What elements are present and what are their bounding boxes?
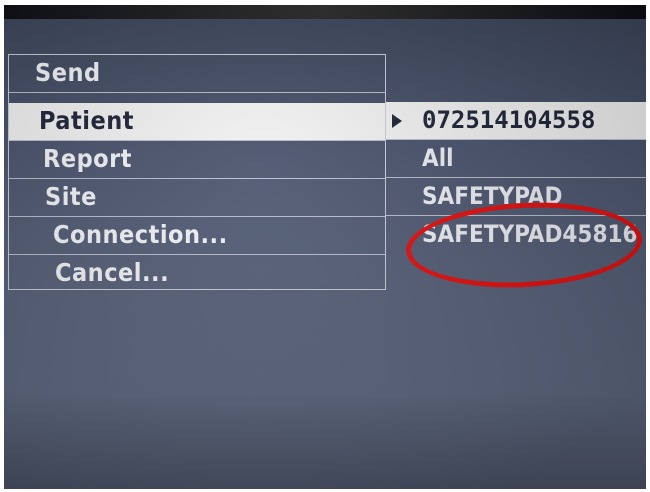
report-value-row: All [386, 140, 646, 178]
report-value: All [422, 144, 454, 172]
menu-item-label: Site [45, 182, 97, 211]
menu-item-send[interactable]: Send [9, 55, 385, 93]
menu-item-cancel[interactable]: Cancel... [9, 255, 385, 293]
menu-item-report[interactable]: Report [9, 141, 385, 179]
patient-id-value: 072514104558 [422, 106, 596, 134]
menu-item-label: Cancel... [55, 258, 170, 287]
menu-item-patient[interactable]: Patient [9, 103, 385, 141]
menu-item-connection[interactable]: Connection... [9, 217, 385, 255]
send-menu: Send Patient Report Site Connection... C… [8, 54, 386, 290]
menu-item-label: Patient [39, 106, 134, 135]
screen-bezel-top [4, 5, 646, 19]
submenu-arrow-icon [392, 114, 402, 128]
menu-item-label: Send [35, 58, 101, 87]
device-screen: Send Patient Report Site Connection... C… [4, 5, 646, 489]
menu-item-label: Report [43, 144, 132, 173]
patient-value-row[interactable]: 072514104558 [386, 102, 646, 140]
menu-item-site[interactable]: Site [9, 179, 385, 217]
menu-item-label: Connection... [53, 220, 228, 249]
